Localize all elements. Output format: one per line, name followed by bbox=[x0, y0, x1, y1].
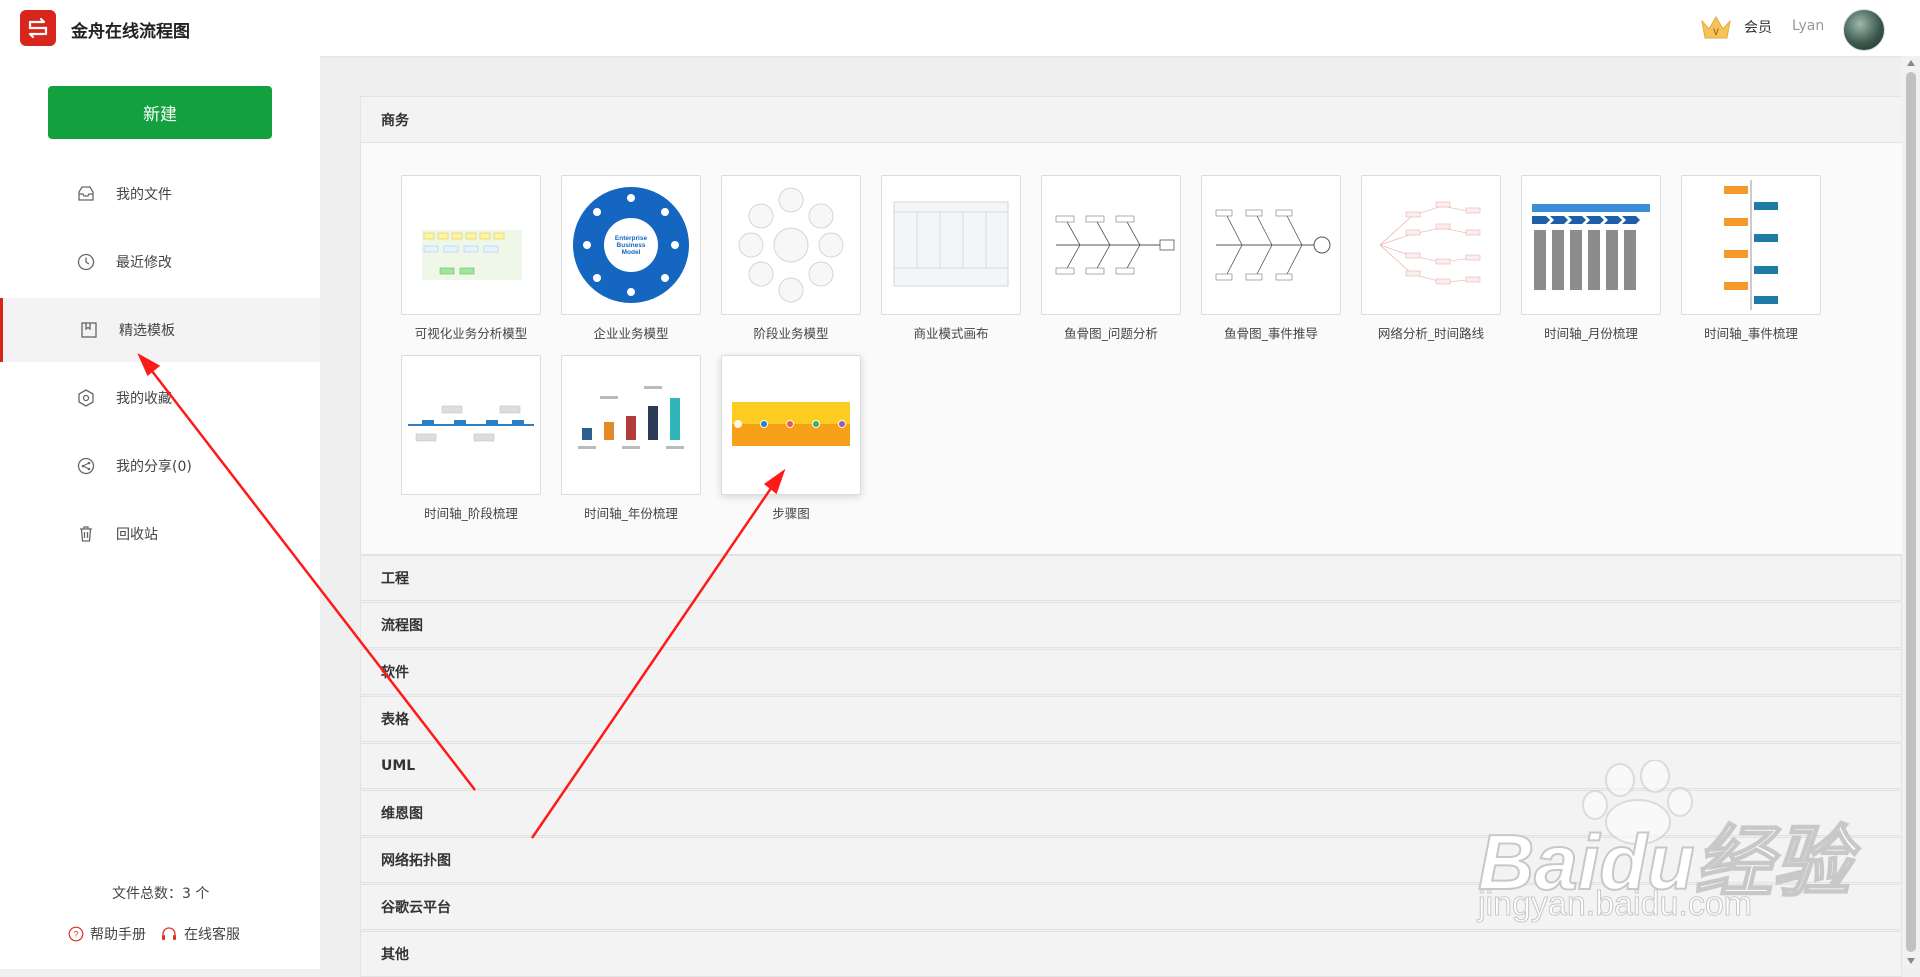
template-label: 企业业务模型 bbox=[593, 326, 669, 341]
sidebar: 新建 我的文件 最近修改 精选模板 我的收藏 我的分享(0) 回收站 文件总数：… bbox=[0, 56, 320, 969]
category-header-software[interactable]: 软件 bbox=[360, 649, 1902, 695]
app-logo-icon[interactable] bbox=[20, 10, 56, 46]
template-card[interactable]: 网络分析_时间路线 bbox=[1361, 175, 1501, 342]
scroll-down-icon[interactable] bbox=[1907, 958, 1915, 964]
template-card[interactable]: 时间轴_年份梳理 bbox=[561, 355, 701, 522]
star-hex-icon bbox=[78, 389, 94, 407]
scroll-up-icon[interactable] bbox=[1907, 60, 1915, 66]
template-label: 鱼骨图_问题分析 bbox=[1064, 326, 1158, 341]
template-card[interactable]: 步骤图 bbox=[721, 355, 861, 522]
template-label: 阶段业务模型 bbox=[753, 326, 829, 341]
new-button[interactable]: 新建 bbox=[48, 86, 272, 139]
sidebar-item-label: 我的收藏 bbox=[116, 391, 172, 407]
sidebar-item-trash[interactable]: 回收站 bbox=[0, 502, 320, 566]
template-card[interactable]: 时间轴_月份梳理 bbox=[1521, 175, 1661, 342]
template-label: 可视化业务分析模型 bbox=[414, 326, 528, 341]
sidebar-item-shares[interactable]: 我的分享(0) bbox=[0, 434, 320, 498]
page-scrollbar[interactable] bbox=[1902, 56, 1920, 969]
template-card[interactable]: 可视化业务分析模型 bbox=[401, 175, 541, 342]
svg-text:Model: Model bbox=[622, 249, 641, 256]
template-card[interactable]: 时间轴_事件梳理 bbox=[1681, 175, 1821, 342]
template-thumbnail bbox=[721, 175, 861, 315]
scroll-thumb[interactable] bbox=[1906, 72, 1916, 952]
inbox-icon bbox=[78, 186, 94, 201]
sidebar-item-label: 我的文件 bbox=[116, 187, 172, 203]
template-thumbnail bbox=[401, 355, 541, 495]
sidebar-item-label: 最近修改 bbox=[116, 255, 172, 271]
help-manual-link[interactable]: ? 帮助手册 bbox=[68, 924, 146, 944]
svg-text:V: V bbox=[1713, 27, 1719, 37]
vip-label[interactable]: 会员 bbox=[1744, 17, 1772, 37]
sidebar-item-my-files[interactable]: 我的文件 bbox=[0, 162, 320, 226]
template-card[interactable]: 鱼骨图_问题分析 bbox=[1041, 175, 1181, 342]
template-card[interactable]: 时间轴_阶段梳理 bbox=[401, 355, 541, 522]
headset-icon bbox=[162, 927, 176, 940]
category-header-engineering[interactable]: 工程 bbox=[360, 555, 1902, 601]
template-thumbnail bbox=[721, 355, 861, 495]
sidebar-item-templates[interactable]: 精选模板 bbox=[0, 298, 320, 362]
template-thumbnail bbox=[1041, 175, 1181, 315]
template-card[interactable]: 商业模式画布 bbox=[881, 175, 1021, 342]
sidebar-item-recent[interactable]: 最近修改 bbox=[0, 230, 320, 294]
crown-icon[interactable]: V bbox=[1700, 13, 1732, 41]
template-label: 步骤图 bbox=[772, 506, 810, 521]
sidebar-item-label: 回收站 bbox=[116, 527, 158, 543]
svg-text:Business: Business bbox=[617, 242, 646, 249]
category-panel-business: 商务 可视化业务分析模型 Enterprise Business Model 企… bbox=[360, 96, 1904, 555]
template-thumbnail bbox=[561, 355, 701, 495]
template-thumbnail bbox=[1361, 175, 1501, 315]
service-label: 在线客服 bbox=[184, 927, 240, 943]
online-service-link[interactable]: 在线客服 bbox=[160, 924, 240, 944]
template-thumbnail bbox=[1521, 175, 1661, 315]
template-label: 时间轴_月份梳理 bbox=[1544, 326, 1638, 341]
user-avatar[interactable] bbox=[1843, 9, 1885, 51]
svg-text:Enterprise: Enterprise bbox=[615, 235, 648, 242]
trash-icon bbox=[80, 526, 92, 542]
template-label: 时间轴_事件梳理 bbox=[1704, 326, 1798, 341]
category-header-flowchart[interactable]: 流程图 bbox=[360, 602, 1902, 648]
template-label: 时间轴_年份梳理 bbox=[584, 506, 678, 521]
template-thumbnail bbox=[401, 175, 541, 315]
share-icon bbox=[77, 457, 95, 475]
help-label: 帮助手册 bbox=[90, 927, 146, 943]
category-header-table[interactable]: 表格 bbox=[360, 696, 1902, 742]
template-grid: 可视化业务分析模型 Enterprise Business Model 企业业务… bbox=[361, 143, 1903, 554]
bookmark-icon bbox=[81, 322, 97, 338]
template-thumbnail bbox=[1681, 175, 1821, 315]
template-label: 鱼骨图_事件推导 bbox=[1224, 326, 1318, 341]
help-icon: ? bbox=[68, 926, 84, 942]
sidebar-item-label: 我的分享(0) bbox=[116, 459, 192, 475]
template-card[interactable]: 阶段业务模型 bbox=[721, 175, 861, 342]
top-header: 金舟在线流程图 V 会员 Lyan bbox=[0, 0, 1920, 56]
template-card[interactable]: 鱼骨图_事件推导 bbox=[1201, 175, 1341, 342]
sidebar-item-label: 精选模板 bbox=[119, 323, 175, 339]
template-thumbnail: Enterprise Business Model bbox=[561, 175, 701, 315]
app-title: 金舟在线流程图 bbox=[71, 22, 190, 42]
username[interactable]: Lyan bbox=[1792, 18, 1824, 34]
category-header-business[interactable]: 商务 bbox=[361, 97, 1903, 143]
template-label: 网络分析_时间路线 bbox=[1377, 326, 1485, 341]
sidebar-item-favorites[interactable]: 我的收藏 bbox=[0, 366, 320, 430]
template-thumbnail bbox=[1201, 175, 1341, 315]
watermark-url: jingyan.baidu.com bbox=[1477, 885, 1753, 924]
template-label: 时间轴_阶段梳理 bbox=[424, 506, 518, 521]
template-label: 商业模式画布 bbox=[913, 326, 989, 341]
svg-text:?: ? bbox=[73, 930, 78, 940]
clock-icon bbox=[77, 253, 95, 271]
file-count: 文件总数：3 个 bbox=[112, 886, 210, 902]
template-card[interactable]: Enterprise Business Model 企业业务模型 bbox=[561, 175, 701, 342]
template-thumbnail bbox=[881, 175, 1021, 315]
